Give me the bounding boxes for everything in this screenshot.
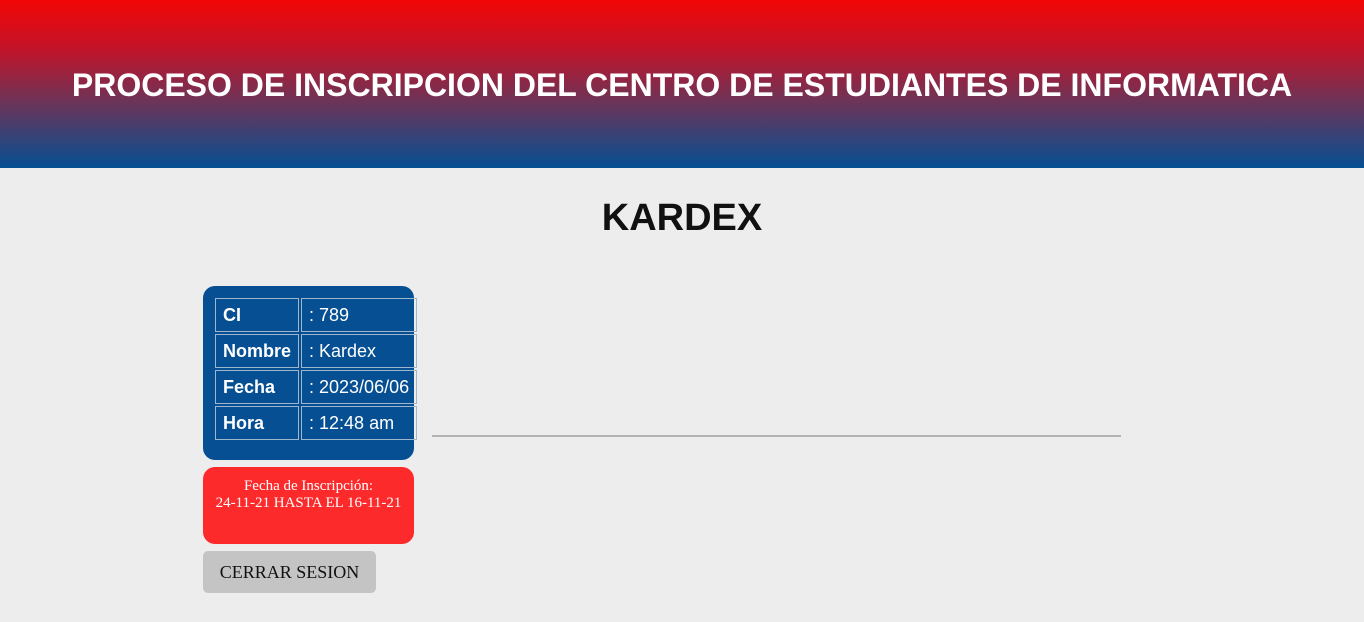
info-row-nombre: Nombre : Kardex	[215, 334, 418, 368]
notice-text: 24-11-21 HASTA EL 16-11-21	[215, 495, 402, 511]
horizontal-divider	[432, 435, 1121, 437]
info-value-nombre: : Kardex	[301, 334, 418, 368]
page-header: PROCESO DE INSCRIPCION DEL CENTRO DE EST…	[0, 0, 1364, 168]
info-label-hora: Hora	[215, 406, 300, 440]
info-row-fecha: Fecha : 2023/06/06	[215, 370, 418, 404]
info-value-hora: : 12:48 am	[301, 406, 418, 440]
student-info-table: CI : 789 Nombre : Kardex Fecha : 2023/06…	[213, 296, 419, 442]
info-row-hora: Hora : 12:48 am	[215, 406, 418, 440]
student-info-card: CI : 789 Nombre : Kardex Fecha : 2023/06…	[203, 286, 418, 460]
logout-button[interactable]: CERRAR SESION	[203, 551, 376, 593]
page-title: KARDEX	[601, 197, 763, 239]
info-label-ci: CI	[215, 298, 300, 332]
info-label-nombre: Nombre	[215, 334, 300, 368]
info-value-fecha: : 2023/06/06	[301, 370, 418, 404]
info-row-ci: CI : 789	[215, 298, 418, 332]
inscription-date-notice: Fecha de Inscripción: 24-11-21 HASTA EL …	[203, 467, 414, 544]
header-title: PROCESO DE INSCRIPCION DEL CENTRO DE EST…	[71, 66, 1293, 103]
info-label-fecha: Fecha	[215, 370, 300, 404]
info-value-ci: : 789	[301, 298, 418, 332]
notice-label: Fecha de Inscripción:	[243, 478, 374, 494]
